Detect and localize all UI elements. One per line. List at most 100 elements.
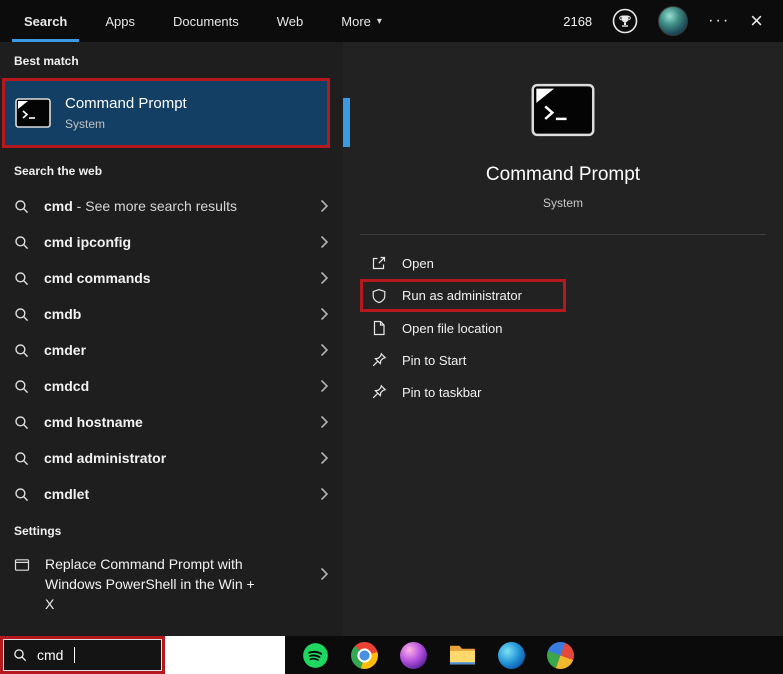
chevron-right-icon — [320, 379, 329, 393]
chevron-right-icon — [320, 415, 329, 429]
settings-result-label: Replace Command Prompt with Windows Powe… — [45, 556, 255, 612]
colorful-app-icon[interactable] — [547, 641, 574, 669]
action-open-file-location[interactable]: Open file location — [360, 312, 600, 344]
preview-app-title: Command Prompt — [485, 164, 641, 185]
search-icon — [14, 451, 29, 466]
pin-icon — [371, 384, 387, 400]
suggestion-label: cmd administrator — [44, 450, 167, 466]
result-preview-panel: Command Prompt System Open Run as admini… — [343, 42, 783, 636]
action-label: Open — [402, 255, 434, 271]
taskbar-search-input[interactable]: cmd — [0, 636, 165, 674]
top-bar-right-cluster: 2168 ··· × — [563, 0, 783, 42]
tab-web[interactable]: Web — [277, 0, 304, 42]
best-match-title: Command Prompt — [65, 95, 187, 112]
search-top-bar: Search Apps Documents Web More ▾ 2168 ··… — [0, 0, 783, 42]
action-pin-to-start[interactable]: Pin to Start — [360, 344, 600, 376]
search-icon — [14, 487, 29, 502]
search-icon — [14, 307, 29, 322]
accent-indicator — [343, 98, 350, 147]
command-prompt-icon — [15, 98, 51, 128]
best-match-result[interactable]: Command Prompt System — [2, 78, 330, 148]
close-icon[interactable]: × — [750, 10, 763, 32]
taskbar-search-box[interactable]: cmd — [0, 636, 285, 674]
context-actions: Open Run as administrator Open file loca… — [360, 247, 600, 408]
chevron-right-icon — [320, 451, 329, 465]
suggestion-cmdcd[interactable]: cmdcd — [0, 368, 343, 404]
more-options-icon[interactable]: ··· — [708, 12, 730, 30]
suggestion-label: cmdlet — [44, 486, 90, 502]
console-window-icon — [14, 557, 30, 573]
preview-app-subtitle: System — [542, 196, 583, 210]
file-location-icon — [371, 320, 387, 336]
search-the-web-header: Search the web — [14, 164, 103, 178]
text-caret — [74, 647, 76, 663]
action-run-as-administrator[interactable]: Run as administrator — [360, 279, 566, 312]
tab-apps[interactable]: Apps — [105, 0, 135, 42]
chevron-right-icon — [320, 567, 329, 581]
tab-apps-label: Apps — [105, 13, 136, 29]
tab-web-label: Web — [276, 13, 304, 29]
suggestion-label: cmd ipconfig — [44, 234, 132, 250]
chevron-right-icon — [320, 199, 329, 213]
suggestion-cmder[interactable]: cmder — [0, 332, 343, 368]
action-label: Run as administrator — [402, 288, 522, 303]
file-explorer-icon[interactable] — [449, 642, 476, 669]
search-results-panel: Best match Command Prompt System Search … — [0, 42, 343, 636]
preview-app-summary: Command Prompt System — [343, 42, 783, 210]
tab-search-label: Search — [24, 13, 68, 29]
search-icon — [14, 343, 29, 358]
rewards-trophy-icon[interactable] — [612, 8, 638, 34]
search-icon — [14, 199, 29, 214]
open-icon — [371, 255, 387, 271]
pin-icon — [371, 352, 387, 368]
best-match-header: Best match — [14, 54, 79, 68]
action-open[interactable]: Open — [360, 247, 600, 279]
tab-search[interactable]: Search — [11, 0, 80, 42]
suggestion-cmd-hostname[interactable]: cmd hostname — [0, 404, 343, 440]
suggestion-cmd-commands[interactable]: cmd commands — [0, 260, 343, 296]
suggestion-label: cmder — [44, 342, 87, 358]
tab-documents-label: Documents — [173, 13, 239, 29]
chevron-right-icon — [320, 487, 329, 501]
taskbar: cmd — [0, 636, 783, 674]
suggestion-cmdb[interactable]: cmdb — [0, 296, 343, 332]
search-icon — [14, 271, 29, 286]
tab-more[interactable]: More ▾ — [341, 0, 382, 42]
action-label: Pin to Start — [402, 352, 467, 368]
search-icon — [14, 235, 29, 250]
best-match-subtitle: System — [65, 117, 106, 131]
tab-more-label: More — [341, 13, 371, 29]
suggestion-label: cmdb — [44, 306, 82, 322]
settings-header: Settings — [14, 524, 62, 538]
taskbar-search-value: cmd — [37, 647, 64, 663]
preview-divider — [360, 234, 766, 235]
edge-icon[interactable] — [498, 641, 525, 669]
user-avatar[interactable] — [658, 6, 689, 36]
suggestion-cmd[interactable]: cmd - See more search results — [0, 188, 343, 224]
settings-result-replace-cmd[interactable]: Replace Command Prompt with Windows Powe… — [0, 548, 343, 614]
chevron-down-icon: ▾ — [376, 15, 382, 27]
rewards-points: 2168 — [563, 13, 593, 29]
suggestion-label: cmd commands — [44, 270, 151, 286]
suggestion-label: cmd - See more search results — [44, 198, 237, 214]
taskbar-search-input-extension[interactable] — [165, 636, 285, 674]
suggestion-cmd-administrator[interactable]: cmd administrator — [0, 440, 343, 476]
suggestion-label: cmdcd — [44, 378, 90, 394]
search-icon — [13, 648, 28, 663]
action-pin-to-taskbar[interactable]: Pin to taskbar — [360, 376, 600, 408]
media-app-icon[interactable] — [400, 641, 427, 669]
action-label: Open file location — [402, 320, 503, 336]
chrome-icon[interactable] — [351, 641, 378, 669]
tab-documents[interactable]: Documents — [173, 0, 239, 42]
chevron-right-icon — [320, 235, 329, 249]
suggestion-cmdlet[interactable]: cmdlet — [0, 476, 343, 512]
action-label: Pin to taskbar — [402, 384, 482, 400]
shield-icon — [371, 288, 387, 304]
chevron-right-icon — [320, 307, 329, 321]
suggestion-cmd-ipconfig[interactable]: cmd ipconfig — [0, 224, 343, 260]
taskbar-app-icons — [302, 636, 574, 674]
spotify-icon[interactable] — [302, 642, 329, 669]
suggestion-label: cmd hostname — [44, 414, 143, 430]
command-prompt-icon-large — [531, 82, 595, 138]
search-icon — [14, 379, 29, 394]
